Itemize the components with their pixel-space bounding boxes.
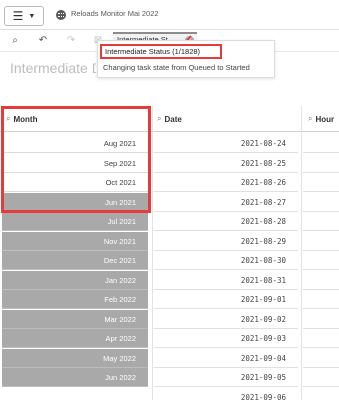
popup-field-label: Intermediate Status (1/1828) [105, 47, 201, 56]
month-cell[interactable]: Aug 2021 [2, 134, 148, 153]
month-cell[interactable]: May 2022 [2, 349, 148, 368]
column-divider [301, 106, 302, 400]
column-header-date[interactable]: ⌕ Date [157, 109, 182, 129]
navigation-menu-button[interactable]: ☰ ▼ [4, 6, 44, 26]
date-cell[interactable]: 2021-08-29 [154, 232, 298, 251]
hour-cell[interactable] [303, 329, 339, 348]
column-header-label: Hour [315, 114, 335, 124]
date-cell[interactable]: 2021-09-05 [154, 368, 298, 387]
header-divider [0, 131, 339, 132]
hour-cell[interactable] [303, 232, 339, 251]
date-cell[interactable]: 2021-08-26 [154, 173, 298, 192]
date-cell[interactable]: 2021-09-04 [154, 349, 298, 368]
search-icon[interactable]: ⌕ [157, 114, 161, 124]
month-cell[interactable]: Mar 2022 [2, 310, 148, 329]
column-divider [152, 106, 153, 400]
month-cell[interactable]: Jan 2022 [2, 271, 148, 290]
app-title: Reloads Monitor Mai 2022 [71, 9, 159, 18]
date-cell[interactable]: 2021-09-03 [154, 329, 298, 348]
date-cell[interactable]: 2021-09-06 [154, 388, 298, 400]
smart-search-icon[interactable]: ⌕ [8, 34, 22, 47]
date-cell[interactable]: 2021-09-01 [154, 290, 298, 309]
month-cell[interactable]: Oct 2021 [2, 173, 148, 192]
hour-cell[interactable] [303, 310, 339, 329]
date-cell[interactable]: 2021-08-27 [154, 193, 298, 212]
hour-cell[interactable] [303, 134, 339, 153]
month-cell[interactable]: Jun 2022 [2, 368, 148, 387]
month-cell[interactable]: Jun 2021 [2, 193, 148, 212]
hour-cell[interactable] [303, 173, 339, 192]
hour-cell[interactable] [303, 368, 339, 387]
hour-cell[interactable] [303, 271, 339, 290]
date-cell[interactable]: 2021-08-28 [154, 212, 298, 231]
column-header-hour[interactable]: ⌕ Hour [308, 109, 334, 129]
hour-cell[interactable] [303, 290, 339, 309]
month-cell[interactable]: Apr 2022 [2, 329, 148, 348]
date-cell[interactable]: 2021-08-24 [154, 134, 298, 153]
date-cell[interactable]: 2021-09-02 [154, 310, 298, 329]
hour-cell[interactable] [303, 193, 339, 212]
top-bar: ☰ ▼ Reloads Monitor Mai 2022 [0, 0, 339, 30]
popup-field-item[interactable]: Intermediate Status (1/1828) [100, 44, 222, 59]
app-icon [56, 10, 66, 20]
hour-cell[interactable] [303, 349, 339, 368]
sheet-title: Intermediate D [10, 60, 96, 76]
hour-cell[interactable] [303, 388, 339, 400]
popup-field-value[interactable]: Changing task state from Queued to Start… [103, 63, 250, 72]
hour-cell[interactable] [303, 212, 339, 231]
date-cell[interactable]: 2021-08-31 [154, 271, 298, 290]
hour-cell[interactable] [303, 154, 339, 173]
step-back-icon[interactable]: ↶ [36, 34, 50, 47]
date-cell[interactable]: 2021-08-25 [154, 154, 298, 173]
hamburger-icon: ☰ [12, 9, 24, 23]
month-cell[interactable]: Feb 2022 [2, 290, 148, 309]
month-cell[interactable]: Sep 2021 [2, 154, 148, 173]
column-header-label: Date [164, 114, 182, 124]
step-forward-icon[interactable]: ↷ [64, 34, 78, 47]
date-cell[interactable]: 2021-08-30 [154, 251, 298, 270]
column-header-label: Month [13, 114, 38, 124]
search-icon[interactable]: ⌕ [308, 114, 312, 124]
chevron-down-icon: ▼ [28, 12, 36, 20]
month-cell[interactable]: Jul 2021 [2, 212, 148, 231]
search-icon[interactable]: ⌕ [6, 114, 10, 124]
column-header-month[interactable]: ⌕ Month [6, 109, 37, 129]
hour-cell[interactable] [303, 251, 339, 270]
month-cell[interactable]: Dec 2021 [2, 251, 148, 270]
month-cell[interactable]: Nov 2021 [2, 232, 148, 251]
